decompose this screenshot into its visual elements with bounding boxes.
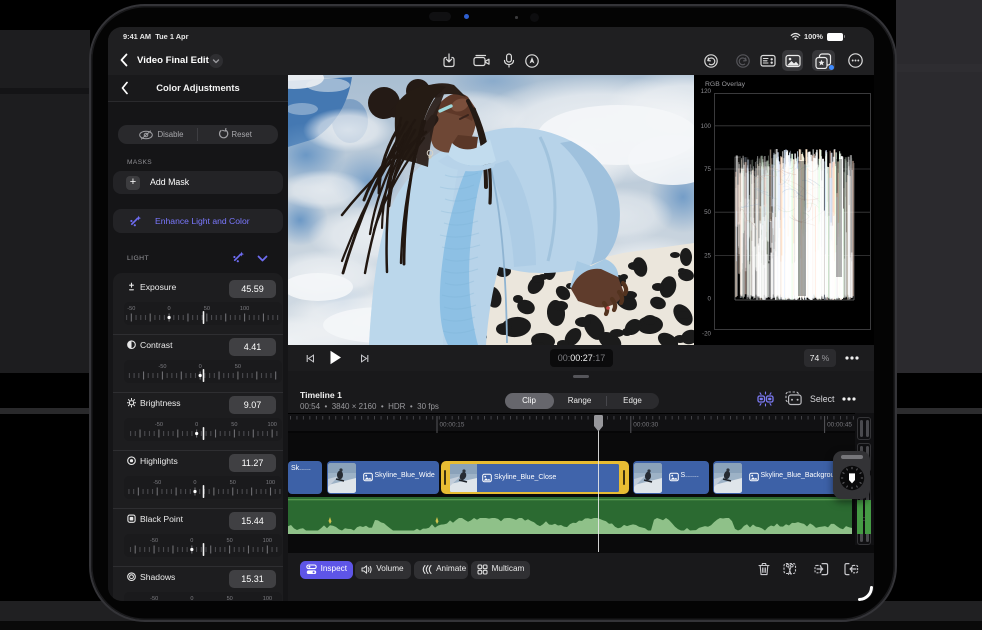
svg-text:-50: -50 [150, 538, 158, 544]
svg-text:50: 50 [226, 538, 232, 544]
svg-text:100: 100 [263, 596, 272, 601]
svg-text:50: 50 [704, 209, 711, 216]
svg-text:0: 0 [190, 538, 193, 544]
svg-text:0: 0 [195, 422, 198, 428]
svg-text:100: 100 [240, 306, 249, 312]
svg-text:50: 50 [231, 422, 237, 428]
svg-text:0: 0 [193, 480, 196, 486]
svg-text:50: 50 [204, 306, 210, 312]
svg-text:50: 50 [235, 364, 241, 370]
svg-text:00:00:15: 00:00:15 [440, 422, 465, 429]
svg-text:-50: -50 [155, 422, 163, 428]
svg-text:-50: -50 [158, 364, 166, 370]
svg-text:0: 0 [168, 306, 171, 312]
svg-text:-50: -50 [153, 480, 161, 486]
svg-text:50: 50 [230, 480, 236, 486]
svg-text:100: 100 [701, 123, 712, 130]
svg-text:0: 0 [708, 296, 712, 303]
svg-text:0: 0 [199, 364, 202, 370]
svg-text:100: 100 [263, 538, 272, 544]
svg-text:-50: -50 [127, 306, 135, 312]
svg-text:50: 50 [227, 596, 233, 601]
svg-text:0: 0 [190, 596, 193, 601]
svg-text:RGB Overlay: RGB Overlay [705, 81, 746, 88]
svg-text:100: 100 [266, 480, 275, 486]
svg-text:-50: -50 [150, 596, 158, 601]
svg-text:25: 25 [704, 253, 711, 260]
svg-text:-20: -20 [702, 330, 712, 337]
svg-text:100: 100 [267, 422, 276, 428]
svg-text:75: 75 [704, 166, 711, 173]
svg-text:00:00:45: 00:00:45 [827, 422, 852, 429]
svg-text:120: 120 [701, 88, 712, 95]
svg-text:00:00:30: 00:00:30 [633, 422, 658, 429]
